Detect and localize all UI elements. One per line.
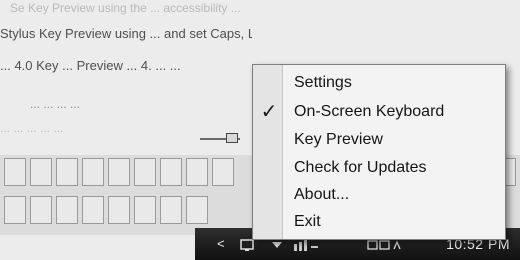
keyboard-key[interactable] xyxy=(4,196,26,224)
menu-item-about[interactable]: About... xyxy=(253,182,505,208)
menu-item-key-preview[interactable]: Key Preview xyxy=(253,127,505,153)
keyboard-key[interactable] xyxy=(30,196,52,224)
menu-item-label: Key Preview xyxy=(294,131,383,148)
show-hidden-icons-chevron[interactable]: < xyxy=(217,228,225,260)
keyboard-key[interactable] xyxy=(186,196,208,224)
keyboard-toolbar xyxy=(200,128,256,150)
keyboard-key[interactable] xyxy=(56,196,78,224)
keyboard-key[interactable] xyxy=(212,158,234,186)
keyboard-key[interactable] xyxy=(108,158,130,186)
menu-item-check-for-updates[interactable]: Check for Updates xyxy=(253,155,505,181)
keyboard-key[interactable] xyxy=(186,158,208,186)
checkmark-icon: ✓ xyxy=(260,101,278,123)
menu-item-on-screen-keyboard[interactable]: ✓ On-Screen Keyboard xyxy=(253,99,505,125)
menu-item-settings[interactable]: Settings xyxy=(253,70,505,96)
menu-item-label: About... xyxy=(294,186,350,203)
keyboard-icon[interactable] xyxy=(226,133,238,143)
keyboard-key[interactable] xyxy=(56,158,78,186)
menu-item-label: Settings xyxy=(294,74,352,91)
keyboard-key[interactable] xyxy=(160,158,182,186)
background-text-line: ... ... ... ... ... xyxy=(0,121,64,135)
keyboard-key[interactable] xyxy=(134,158,156,186)
keyboard-key[interactable] xyxy=(82,158,104,186)
keyboard-key[interactable] xyxy=(30,158,52,186)
keyboard-key[interactable] xyxy=(134,196,156,224)
menu-item-exit[interactable]: Exit xyxy=(253,209,505,235)
context-menu: Settings ✓ On-Screen Keyboard Key Previe… xyxy=(252,64,506,240)
menu-item-label: Check for Updates xyxy=(294,159,427,176)
menu-item-label: Exit xyxy=(294,213,321,230)
background-text-line: ... ... ... ... xyxy=(30,97,81,111)
keyboard-key[interactable] xyxy=(108,196,130,224)
background-text-line: Stylus Key Preview using ... and set Cap… xyxy=(0,26,252,41)
background-text-line: ... 4.0 Key ... Preview ... 4. ... ... xyxy=(0,58,181,73)
keyboard-key[interactable] xyxy=(82,196,104,224)
keyboard-key[interactable] xyxy=(4,158,26,186)
menu-item-label: On-Screen Keyboard xyxy=(294,103,445,120)
keyboard-key[interactable] xyxy=(160,196,182,224)
background-text-line: Se Key Preview using the ... accessibili… xyxy=(10,1,241,15)
